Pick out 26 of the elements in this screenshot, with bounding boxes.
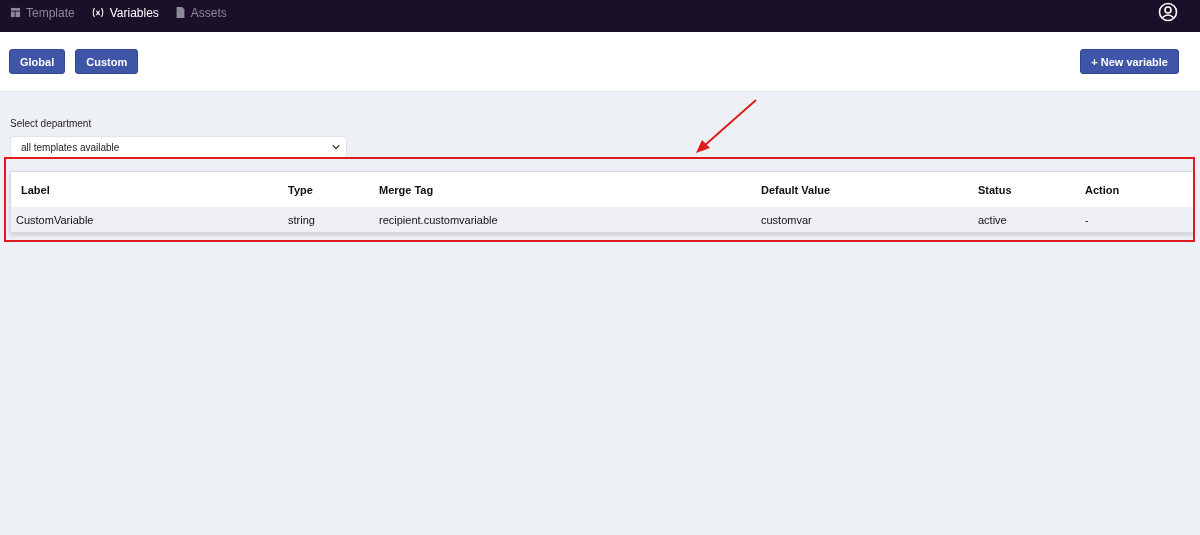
column-header: Merge Tag: [379, 183, 435, 196]
layout-icon: [10, 7, 21, 18]
column-header: Status: [978, 183, 1013, 196]
table-cell-text: CustomVariable: [15, 213, 95, 226]
table-cell-text: customvar: [761, 213, 813, 226]
column-header: Action: [1085, 183, 1121, 196]
new-variable-button[interactable]: + New variable: [1080, 49, 1179, 74]
field-label: Select department: [10, 118, 93, 129]
table-cell-text: string: [288, 213, 316, 226]
nav-tab[interactable]: Template: [10, 5, 75, 20]
filter-button[interactable]: Custom: [75, 49, 139, 74]
variable-icon: [90, 7, 105, 18]
column-header: Default Value: [761, 183, 832, 196]
chevron-down-icon: [332, 144, 340, 150]
table-cell-text: active: [978, 213, 1008, 226]
table-cell-text: recipient.customvariable: [379, 213, 499, 226]
user-account-icon[interactable]: [1158, 2, 1178, 22]
department-select[interactable]: all templates available: [10, 136, 347, 158]
column-header: Label: [20, 183, 51, 196]
document-icon: [174, 7, 186, 18]
annotation-arrow: [696, 98, 758, 154]
column-header: Type: [288, 183, 314, 196]
nav-tab[interactable]: Assets: [174, 5, 227, 20]
nav-tab[interactable]: Variables: [90, 5, 159, 20]
table-cell-text: -: [1085, 213, 1090, 226]
filter-button[interactable]: Global: [9, 49, 66, 74]
